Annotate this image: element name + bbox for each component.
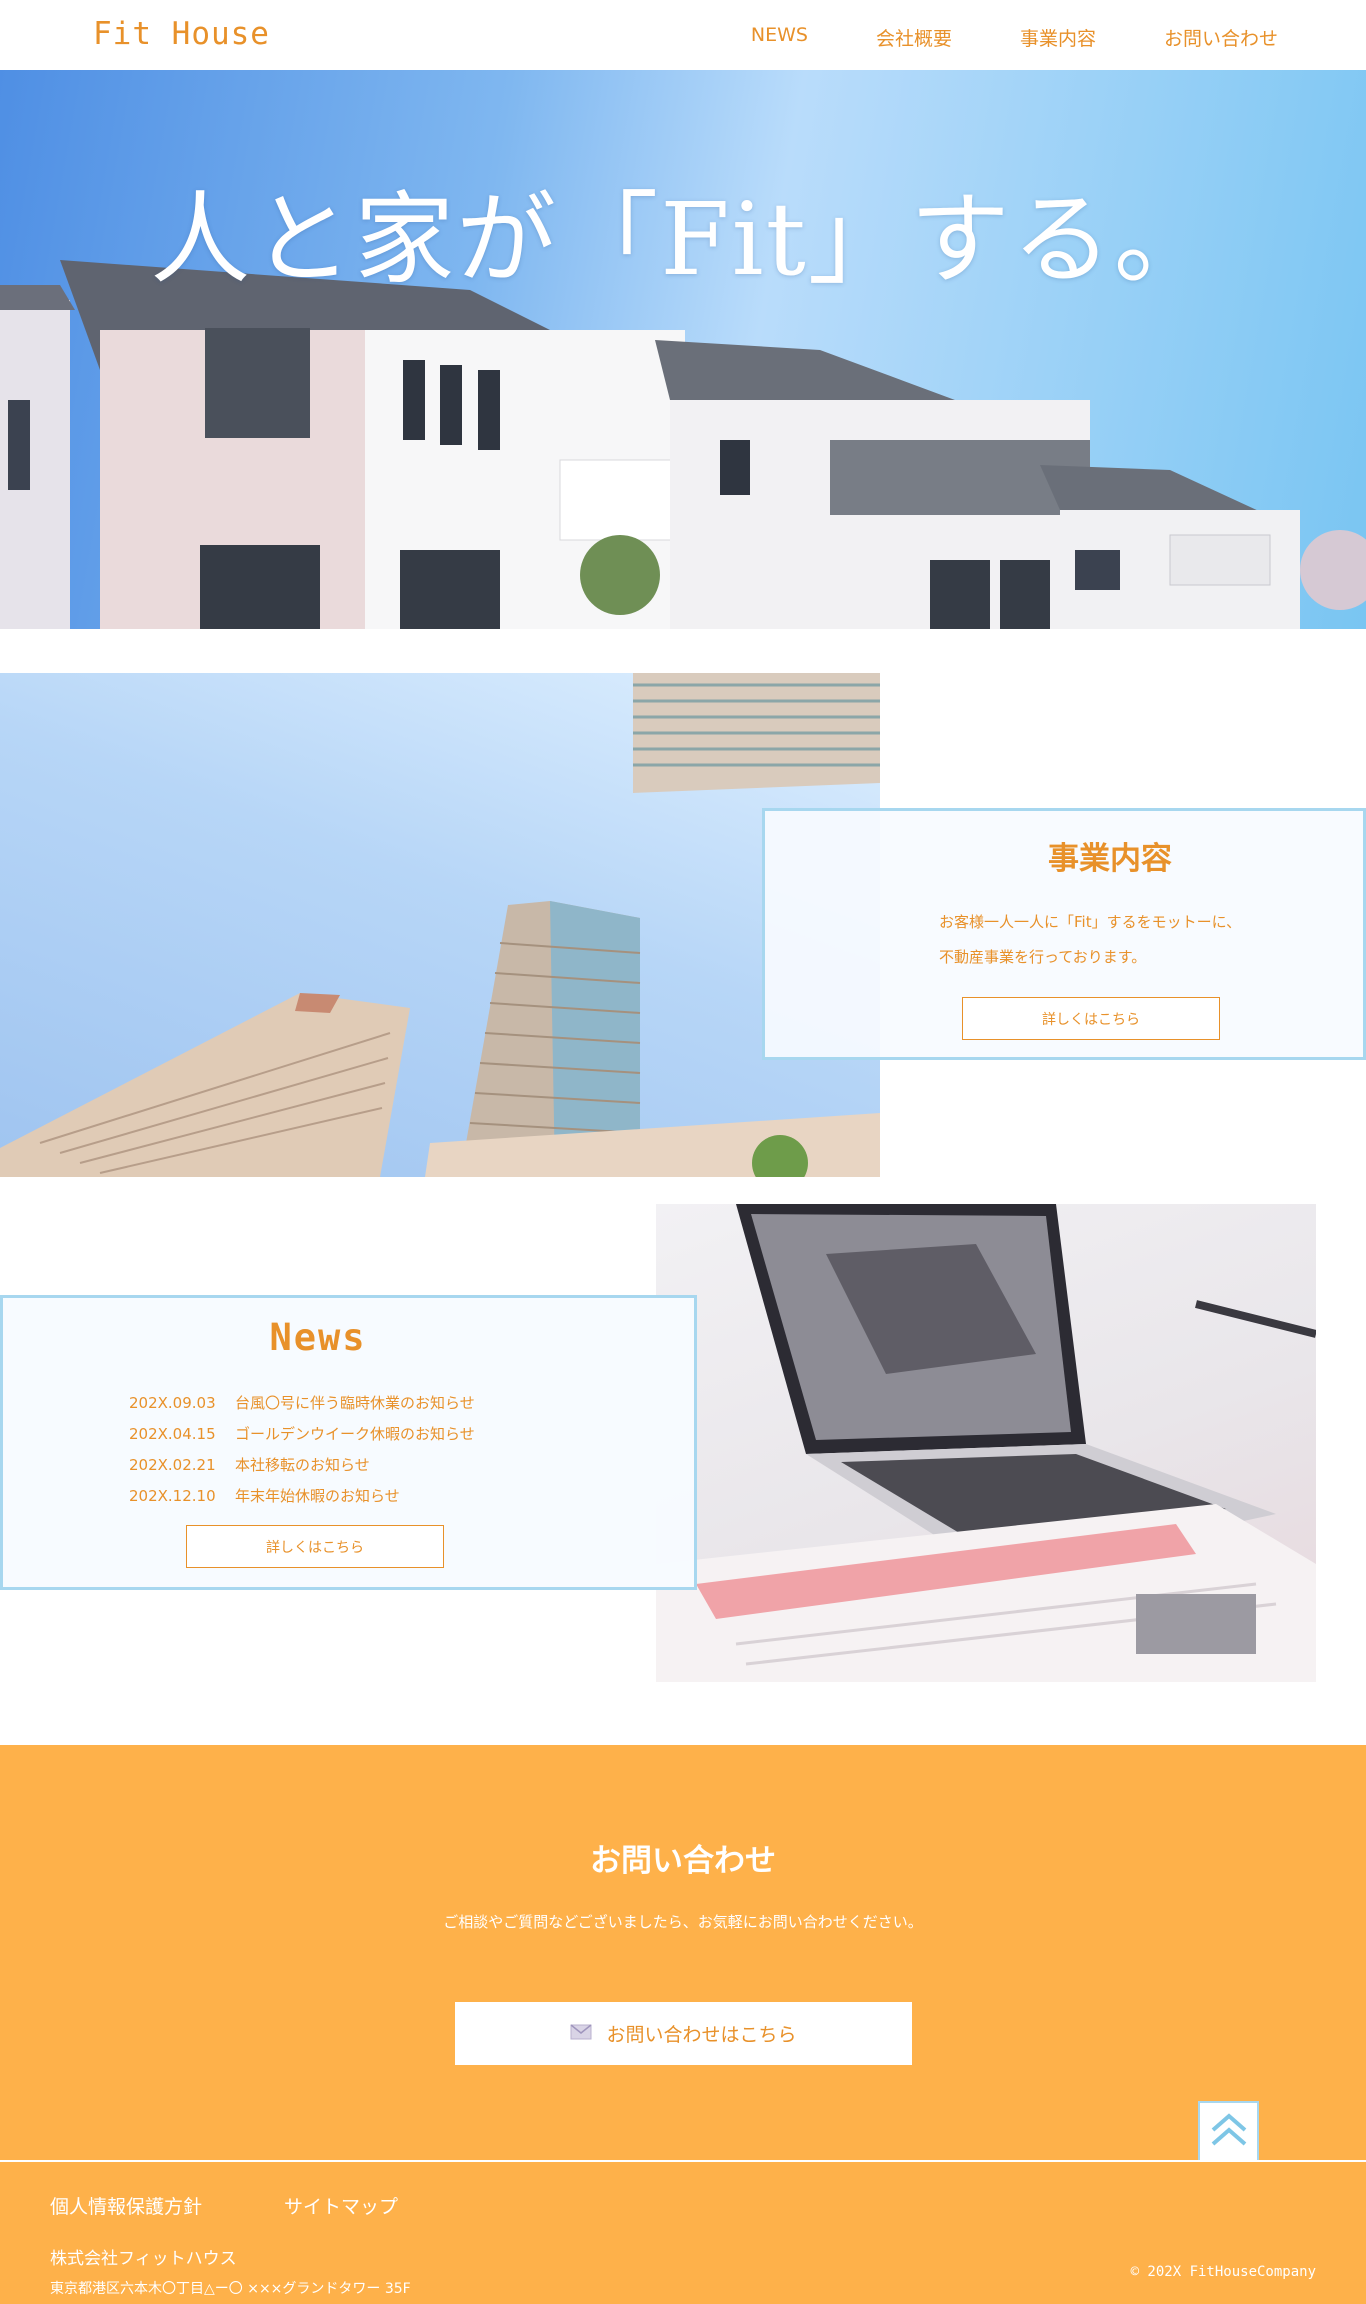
nav-item-news[interactable]: NEWS (751, 24, 808, 51)
footer-link-privacy[interactable]: 個人情報保護方針 (50, 2192, 202, 2219)
news-text: 年末年始休暇のお知らせ (235, 1487, 400, 1505)
site-logo[interactable]: Fit House (93, 16, 270, 52)
laptop-newspaper-photo (656, 1204, 1316, 1682)
buildings-photo (0, 673, 880, 1177)
contact-button-label: お問い合わせはこちら (606, 2024, 797, 2046)
news-more-button[interactable]: 詳しくはこちら (186, 1525, 444, 1568)
news-date: 202X.12.10 (129, 1487, 216, 1505)
contact-title: お問い合わせ (590, 1843, 776, 1879)
back-to-top-button[interactable] (1198, 2101, 1259, 2162)
news-item[interactable]: 202X.02.21 本社移転のお知らせ (129, 1450, 475, 1481)
news-text: ゴールデンウイーク休暇のお知らせ (235, 1425, 475, 1443)
company-name: 株式会社フィットハウス (50, 2249, 237, 2269)
copyright: © 202X FitHouseCompany (1130, 2264, 1316, 2280)
business-description: お客様一人一人に「Fit」するをモットーに、 不動産事業を行っております。 (939, 913, 1242, 966)
news-item[interactable]: 202X.09.03 台風〇号に伴う臨時休業のお知らせ (129, 1388, 475, 1419)
mail-icon (570, 2023, 592, 2045)
site-footer: 個人情報保護方針 サイトマップ 株式会社フィットハウス 東京都港区六本木〇丁目△… (0, 2160, 1366, 2304)
news-text: 台風〇号に伴う臨時休業のお知らせ (235, 1394, 475, 1412)
hero-title: 人と家が「Fit」する。 (150, 181, 1216, 298)
company-address: 東京都港区六本木〇丁目△ー〇 ×××グランドタワー 35F (50, 2281, 411, 2297)
news-card: News 202X.09.03 台風〇号に伴う臨時休業のお知らせ 202X.04.… (0, 1295, 697, 1590)
news-list: 202X.09.03 台風〇号に伴う臨時休業のお知らせ 202X.04.15 ゴール… (129, 1388, 475, 1512)
nav-item-business[interactable]: 事業内容 (1020, 24, 1096, 51)
hero-banner: 人と家が「Fit」する。 (0, 70, 1366, 629)
nav-item-company[interactable]: 会社概要 (876, 24, 952, 51)
chevron-up-icon (1209, 2112, 1249, 2152)
news-text: 本社移転のお知らせ (235, 1456, 370, 1474)
news-date: 202X.04.15 (129, 1425, 216, 1443)
nav-item-contact[interactable]: お問い合わせ (1164, 24, 1278, 51)
business-card: 事業内容 お客様一人一人に「Fit」するをモットーに、 不動産事業を行っておりま… (762, 808, 1366, 1060)
hero-houses-image (0, 260, 1366, 629)
business-title: 事業内容 (1048, 841, 1172, 877)
news-date: 202X.09.03 (129, 1394, 216, 1412)
news-date: 202X.02.21 (129, 1456, 216, 1474)
business-more-button[interactable]: 詳しくはこちら (962, 997, 1220, 1040)
news-item[interactable]: 202X.04.15 ゴールデンウイーク休暇のお知らせ (129, 1419, 475, 1450)
contact-button[interactable]: お問い合わせはこちら (455, 2002, 912, 2065)
contact-section: お問い合わせ ご相談やご質問などございましたら、お気軽にお問い合わせください。 … (0, 1745, 1366, 2160)
footer-link-sitemap[interactable]: サイトマップ (284, 2192, 398, 2219)
contact-description: ご相談やご質問などございましたら、お気軽にお問い合わせください。 (443, 1913, 923, 1931)
site-header: Fit House NEWS 会社概要 事業内容 お問い合わせ (0, 0, 1366, 70)
news-item[interactable]: 202X.12.10 年末年始休暇のお知らせ (129, 1481, 475, 1512)
news-title: News (269, 1316, 367, 1359)
main-nav: NEWS 会社概要 事業内容 お問い合わせ (751, 24, 1278, 51)
